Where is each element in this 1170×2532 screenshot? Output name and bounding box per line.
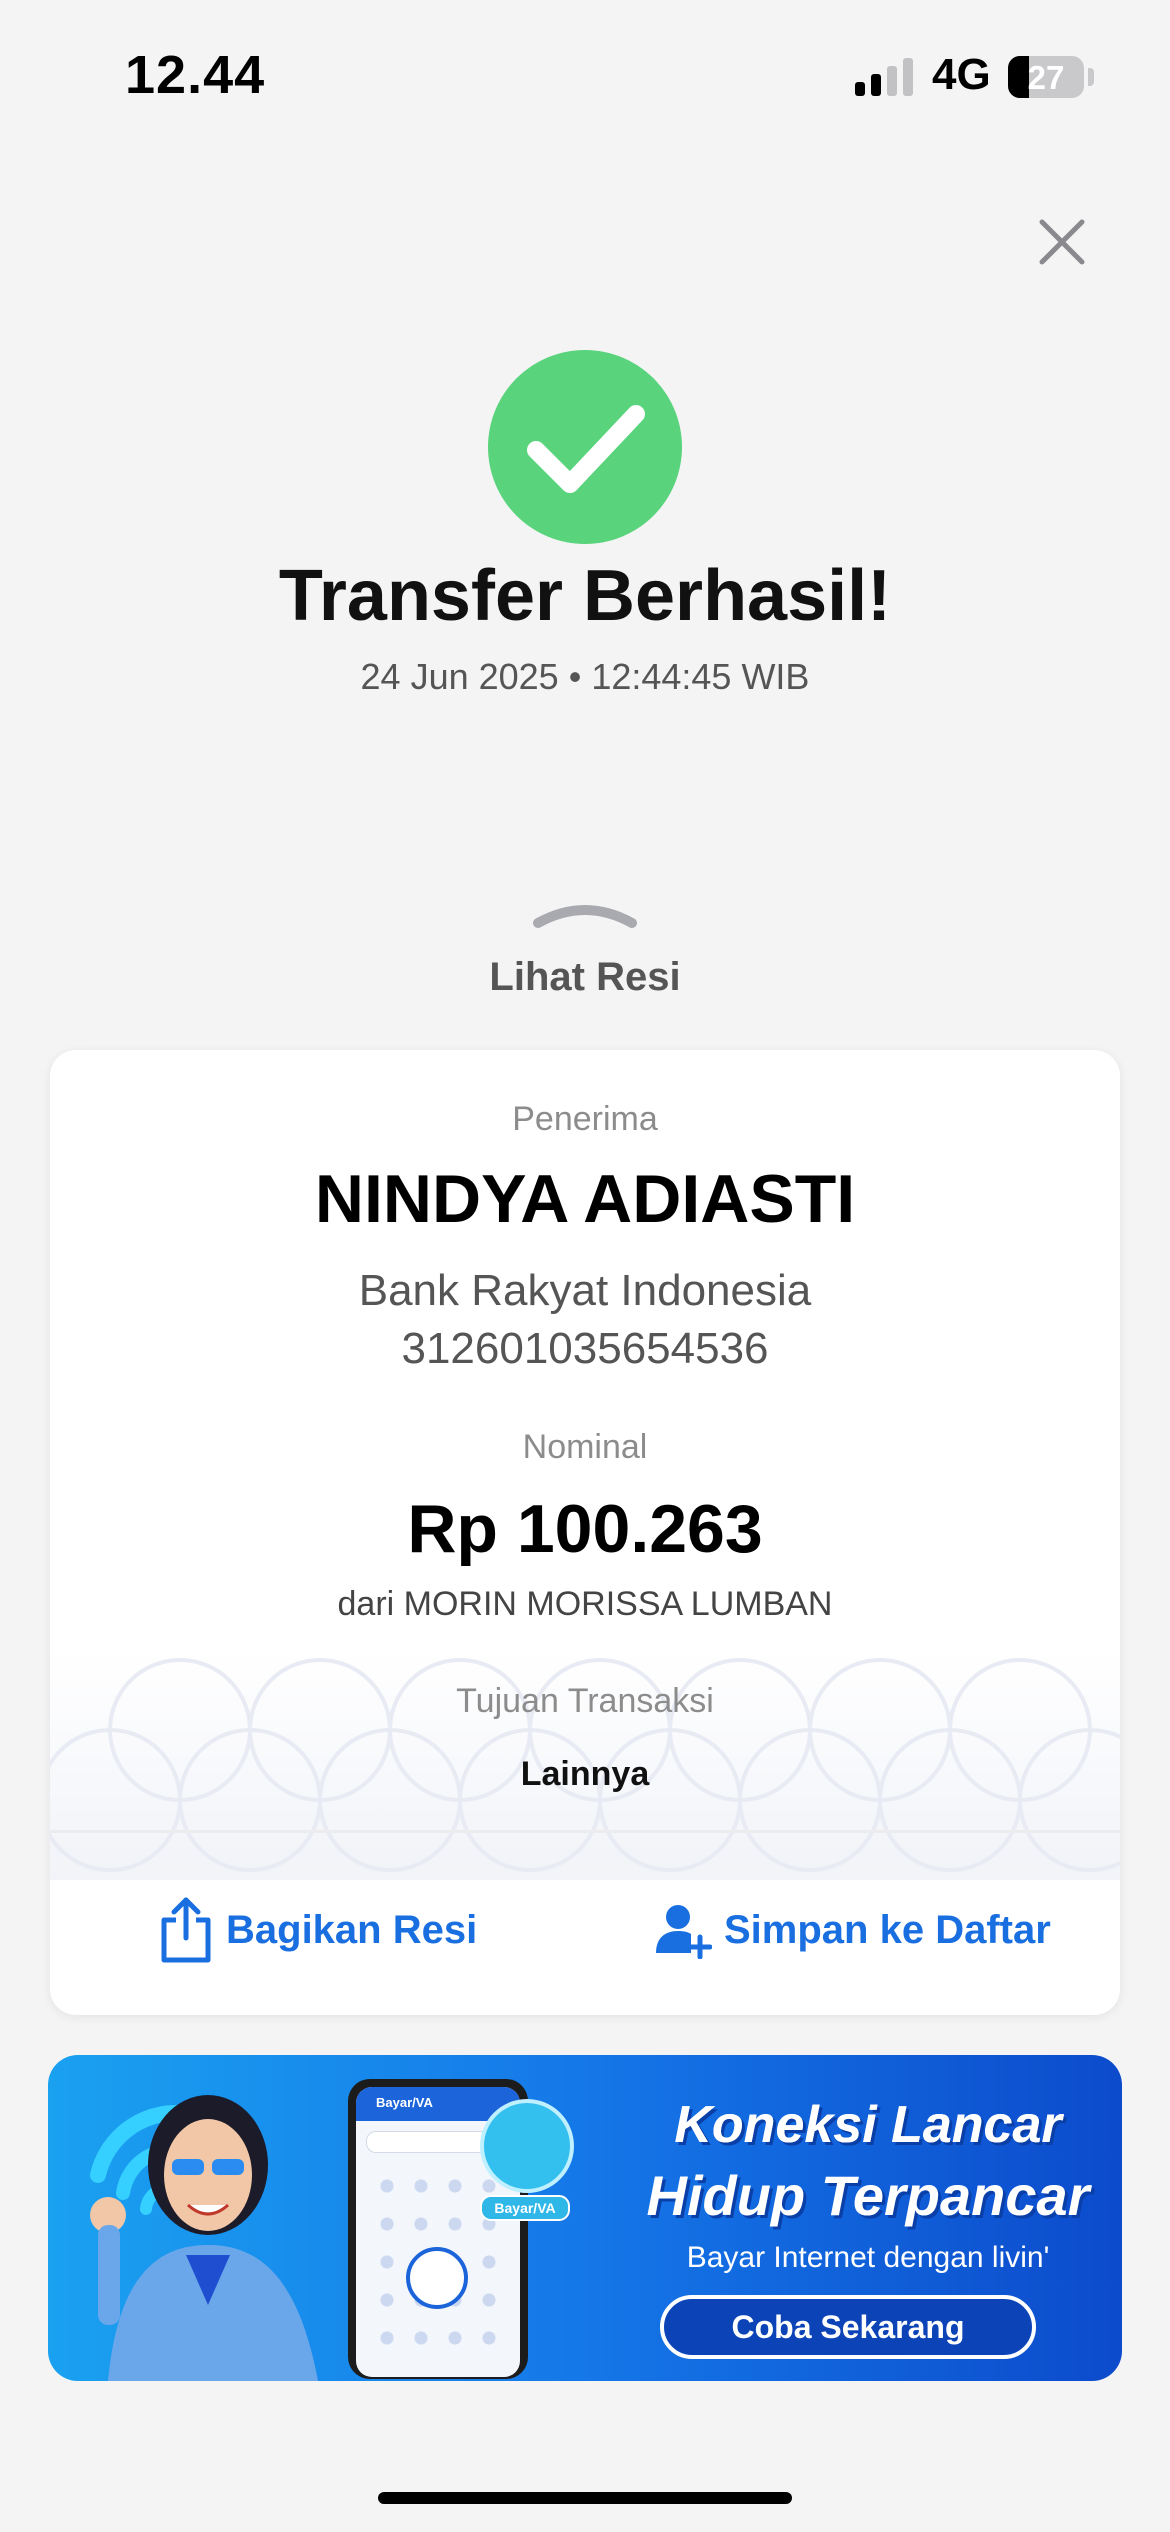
home-indicator[interactable] [378,2492,792,2504]
banner-headline-1: Koneksi Lancar [674,2096,1062,2154]
promo-model-illustration [90,2095,318,2381]
battery-percent: 27 [1027,59,1065,96]
banner-cta-button[interactable]: Coba Sekarang [660,2295,1036,2359]
recipient-bank: Bank Rakyat Indonesia 312601035654536 [50,1262,1120,1378]
share-icon [161,1897,211,1963]
sender-name: dari MORIN MORISSA LUMBAN [337,1585,833,1623]
view-receipt-button[interactable]: Lihat Resi [0,955,1170,1000]
amount-label: Nominal [522,1428,648,1466]
transaction-datetime: 24 Jun 2025 • 12:44:45 WIB [360,656,810,697]
battery-icon: 27 [1008,56,1084,98]
signal-icon [855,58,915,96]
purpose-value: Lainnya [520,1755,650,1793]
close-button[interactable] [1030,210,1094,274]
transfer-receipt-card: Penerima NINDYA ADIASTI Bank Rakyat Indo… [50,1050,1120,2015]
bank-name: Bank Rakyat Indonesia [358,1266,812,1315]
banner-headline-2: Hidup Terpancar [646,2164,1090,2227]
check-icon [527,405,645,493]
save-to-list-button[interactable]: Simpan ke Daftar [654,1890,1051,1970]
promo-banner[interactable]: Bayar/VA Bayar/VA Koneksi Lancar Hidup T… [48,2055,1122,2381]
recipient-name: NINDYA ADIASTI [314,1161,856,1237]
save-to-list-label: Simpan ke Daftar [724,1907,1051,1952]
share-receipt-button[interactable]: Bagikan Resi [158,1890,477,1970]
purpose-label: Tujuan Transaksi [456,1682,714,1720]
recipient-label: Penerima [512,1100,658,1138]
banner-subtitle: Bayar Internet dengan livin' [686,2241,1050,2274]
page-title: Transfer Berhasil! [278,556,892,636]
phone-header-title: Bayar/VA [376,2095,433,2110]
battery-tip [1088,68,1094,86]
share-receipt-label: Bagikan Resi [226,1907,478,1952]
chevron-up-icon[interactable] [532,895,638,929]
network-type: 4G [932,50,991,99]
card-divider [50,1830,1120,1833]
add-contact-icon [656,1905,712,1959]
va-badge-icon [480,2099,574,2193]
transfer-amount: Rp 100.263 [407,1491,763,1567]
success-badge [488,350,682,544]
status-bar: 12.44 4G 27 [0,0,1170,140]
va-badge-label: Bayar/VA [480,2195,570,2221]
status-time: 12.44 [125,45,266,105]
account-number: 312601035654536 [401,1324,769,1373]
close-icon [1039,219,1085,265]
